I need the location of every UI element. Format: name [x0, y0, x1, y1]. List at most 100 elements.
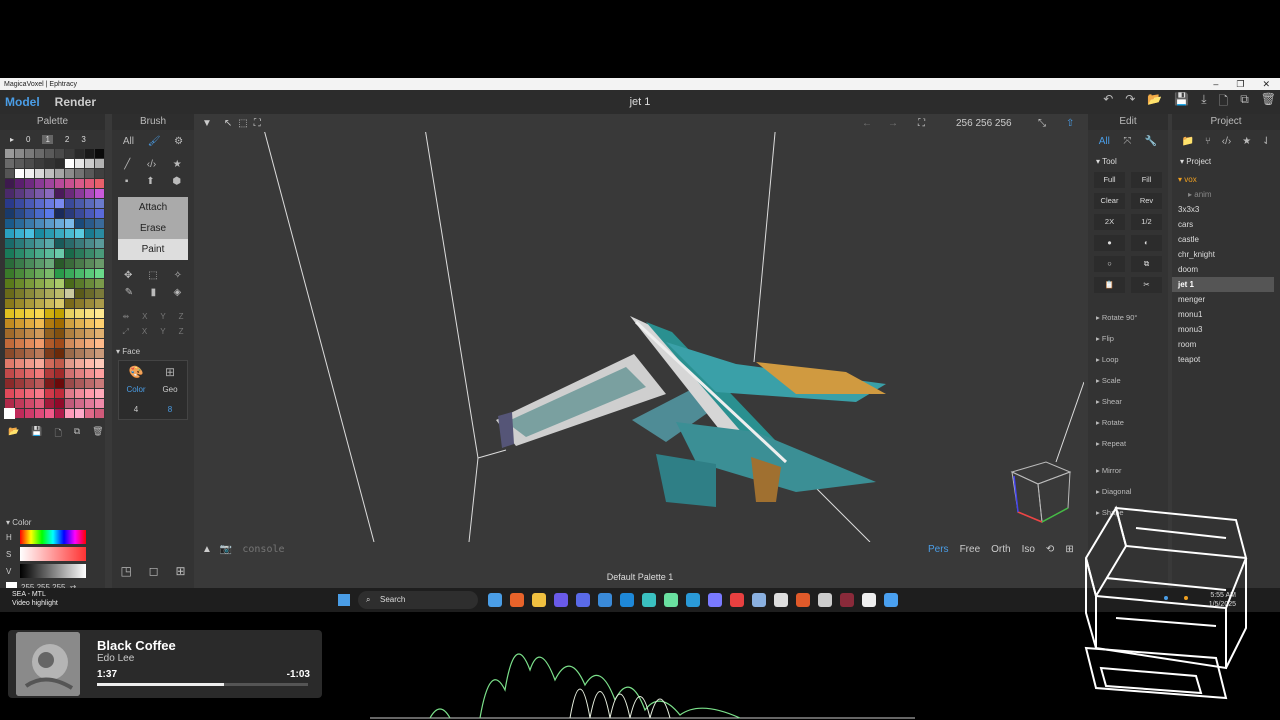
palette-swatch[interactable] [15, 319, 24, 328]
taskbar-app-icon[interactable] [642, 593, 656, 607]
palette-swatch[interactable] [55, 299, 64, 308]
palette-swatch[interactable] [85, 159, 94, 168]
axis-y[interactable]: Y [160, 312, 165, 321]
palette-swatch[interactable] [5, 339, 14, 348]
palette-swatch[interactable] [85, 319, 94, 328]
palette-swatch[interactable] [75, 209, 84, 218]
palette-swatch[interactable] [65, 199, 74, 208]
palette-swatch[interactable] [25, 409, 34, 418]
palette-swatch[interactable] [55, 249, 64, 258]
palette-swatch[interactable] [35, 229, 44, 238]
paint-button[interactable]: Paint [118, 239, 188, 260]
palette-swatch[interactable] [25, 149, 34, 158]
view-pers[interactable]: Pers [928, 544, 949, 555]
palette-swatch[interactable] [5, 259, 14, 268]
palette-swatch[interactable] [85, 229, 94, 238]
palette-swatch[interactable] [65, 209, 74, 218]
palette-swatch[interactable] [65, 179, 74, 188]
palette-swatch[interactable] [95, 249, 104, 258]
taskbar-app-icon[interactable] [840, 593, 854, 607]
brush-icon[interactable]: 🖌 [148, 136, 161, 147]
repeat-item[interactable]: Repeat [1102, 439, 1126, 448]
palette-swatch[interactable] [45, 279, 54, 288]
attach-button[interactable]: Attach [118, 197, 188, 218]
palette-swatch[interactable] [15, 369, 24, 378]
palette-swatch[interactable] [35, 369, 44, 378]
palette-swatch[interactable] [25, 309, 34, 318]
rotate-item[interactable]: Rotate [1102, 418, 1124, 427]
palette-swatch[interactable] [95, 179, 104, 188]
palette-swatch[interactable] [15, 309, 24, 318]
axis-z[interactable]: Z [179, 312, 184, 321]
dropdown-icon[interactable]: ▼ [202, 118, 212, 129]
palette-swatch[interactable] [35, 389, 44, 398]
loop-item[interactable]: Loop [1102, 355, 1119, 364]
palette-swatch[interactable] [85, 189, 94, 198]
palette-swatch[interactable] [55, 349, 64, 358]
face-geo-label[interactable]: Geo [153, 385, 187, 394]
palette-swatch[interactable] [5, 209, 14, 218]
palette-swatch[interactable] [55, 369, 64, 378]
scale-item[interactable]: Scale [1102, 376, 1121, 385]
palette-swatch[interactable] [25, 169, 34, 178]
palette-swatch[interactable] [15, 169, 24, 178]
palette-icon[interactable]: 🎨 [119, 365, 153, 379]
palette-swatch[interactable] [5, 169, 14, 178]
palette-swatch[interactable] [25, 189, 34, 198]
palette-swatch[interactable] [15, 249, 24, 258]
palette-swatch[interactable] [95, 349, 104, 358]
copy-icon[interactable]: ⧉ [1240, 92, 1249, 113]
square-icon[interactable]: ◻ [149, 564, 159, 578]
anim-folder[interactable]: anim [1194, 190, 1211, 199]
palette-swatch[interactable] [35, 329, 44, 338]
palette-swatch[interactable] [95, 279, 104, 288]
palette-swatch[interactable] [55, 229, 64, 238]
mirror-item[interactable]: Mirror [1102, 466, 1122, 475]
palette-swatch[interactable] [65, 219, 74, 228]
palette-swatch[interactable] [35, 399, 44, 408]
palette-swatch[interactable] [5, 399, 14, 408]
palette-swatch[interactable] [35, 309, 44, 318]
palette-swatch[interactable] [55, 319, 64, 328]
render-tab[interactable]: Render [55, 95, 96, 109]
palette-swatch[interactable] [45, 299, 54, 308]
half-button[interactable]: 1/2 [1131, 214, 1162, 230]
palette-swatch[interactable] [75, 369, 84, 378]
palette-swatch[interactable] [25, 289, 34, 298]
project-item[interactable]: menger [1172, 292, 1280, 307]
project-item[interactable]: chr_knight [1172, 247, 1280, 262]
taskbar-app-icon[interactable] [708, 593, 722, 607]
palette-swatch[interactable] [15, 199, 24, 208]
double-button[interactable]: 2X [1094, 214, 1125, 230]
palette-swatch[interactable] [85, 359, 94, 368]
palette-swatch[interactable] [65, 349, 74, 358]
palette-swatch[interactable] [35, 299, 44, 308]
palette-swatch[interactable] [35, 349, 44, 358]
palette-swatch[interactable] [85, 239, 94, 248]
palette-swatch[interactable] [95, 169, 104, 178]
cut-icon[interactable]: ✂ [1131, 277, 1162, 293]
palette-swatch[interactable] [5, 289, 14, 298]
palette-swatch[interactable] [5, 229, 14, 238]
palette-swatch[interactable] [35, 409, 44, 418]
palette-swatch[interactable] [5, 199, 14, 208]
palette-swatch[interactable] [25, 209, 34, 218]
palette-swatch[interactable] [95, 259, 104, 268]
taskbar-app-icon[interactable] [884, 593, 898, 607]
folder-icon[interactable]: 📁 [1181, 136, 1193, 147]
axis-x[interactable]: X [142, 312, 147, 321]
new-icon[interactable]: 🗋 [1219, 92, 1229, 113]
palette-swatch[interactable] [35, 339, 44, 348]
palette-swatch[interactable] [65, 189, 74, 198]
view-free[interactable]: Free [960, 544, 981, 555]
palette-swatch[interactable] [65, 339, 74, 348]
palette-swatch[interactable] [75, 339, 84, 348]
up-axis-icon[interactable]: ⇧ [1066, 118, 1074, 129]
palette-swatch[interactable] [45, 359, 54, 368]
code-icon[interactable]: ‹/› [147, 159, 156, 170]
cursor-icon[interactable]: ↖ [224, 118, 232, 129]
palette-swatch[interactable] [15, 399, 24, 408]
taskbar-app-icon[interactable] [796, 593, 810, 607]
taskbar-app-icon[interactable] [598, 593, 612, 607]
palette-swatch[interactable] [55, 289, 64, 298]
